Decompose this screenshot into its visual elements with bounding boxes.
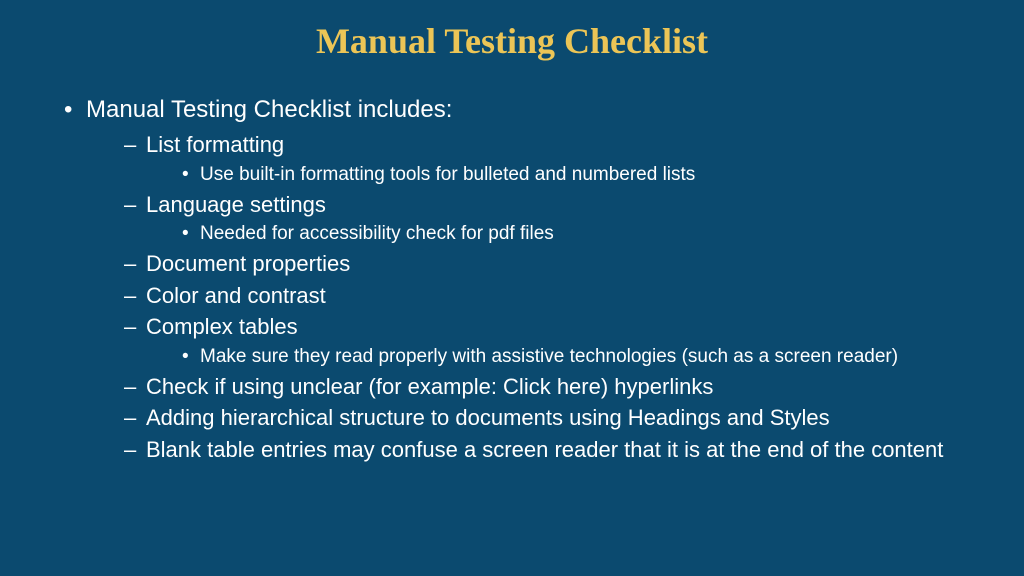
list-item-label: Language settings: [146, 192, 326, 217]
list-item: List formatting Use built-in formatting …: [124, 130, 984, 187]
list-item-label: Make sure they read properly with assist…: [200, 346, 898, 367]
list-item: Blank table entries may confuse a screen…: [124, 435, 984, 465]
bullet-list-level1: Manual Testing Checklist includes: List …: [40, 94, 984, 465]
list-item-label: Blank table entries may confuse a screen…: [146, 437, 943, 462]
list-item-label: Use built-in formatting tools for bullet…: [200, 164, 695, 185]
bullet-list-level3: Use built-in formatting tools for bullet…: [146, 162, 984, 188]
bullet-list-level3: Make sure they read properly with assist…: [146, 344, 984, 370]
list-item: Check if using unclear (for example: Cli…: [124, 372, 984, 402]
list-item: Complex tables Make sure they read prope…: [124, 312, 984, 369]
list-item: Color and contrast: [124, 281, 984, 311]
list-item-label: Adding hierarchical structure to documen…: [146, 405, 830, 430]
list-item: Manual Testing Checklist includes: List …: [64, 94, 984, 465]
list-item: Document properties: [124, 249, 984, 279]
bullet-list-level3: Needed for accessibility check for pdf f…: [146, 221, 984, 247]
list-item: Adding hierarchical structure to documen…: [124, 403, 984, 433]
list-item: Language settings Needed for accessibili…: [124, 190, 984, 247]
list-item-label: Color and contrast: [146, 283, 326, 308]
list-item-label: Check if using unclear (for example: Cli…: [146, 374, 713, 399]
slide: Manual Testing Checklist Manual Testing …: [0, 0, 1024, 576]
list-item-label: Document properties: [146, 251, 350, 276]
list-item: Use built-in formatting tools for bullet…: [182, 162, 984, 188]
bullet-list-level2: List formatting Use built-in formatting …: [86, 130, 984, 464]
list-item-label: Manual Testing Checklist includes:: [86, 96, 452, 123]
list-item-label: List formatting: [146, 132, 284, 157]
page-title: Manual Testing Checklist: [40, 20, 984, 62]
list-item: Make sure they read properly with assist…: [182, 344, 984, 370]
list-item-label: Complex tables: [146, 314, 298, 339]
list-item: Needed for accessibility check for pdf f…: [182, 221, 984, 247]
list-item-label: Needed for accessibility check for pdf f…: [200, 223, 554, 244]
